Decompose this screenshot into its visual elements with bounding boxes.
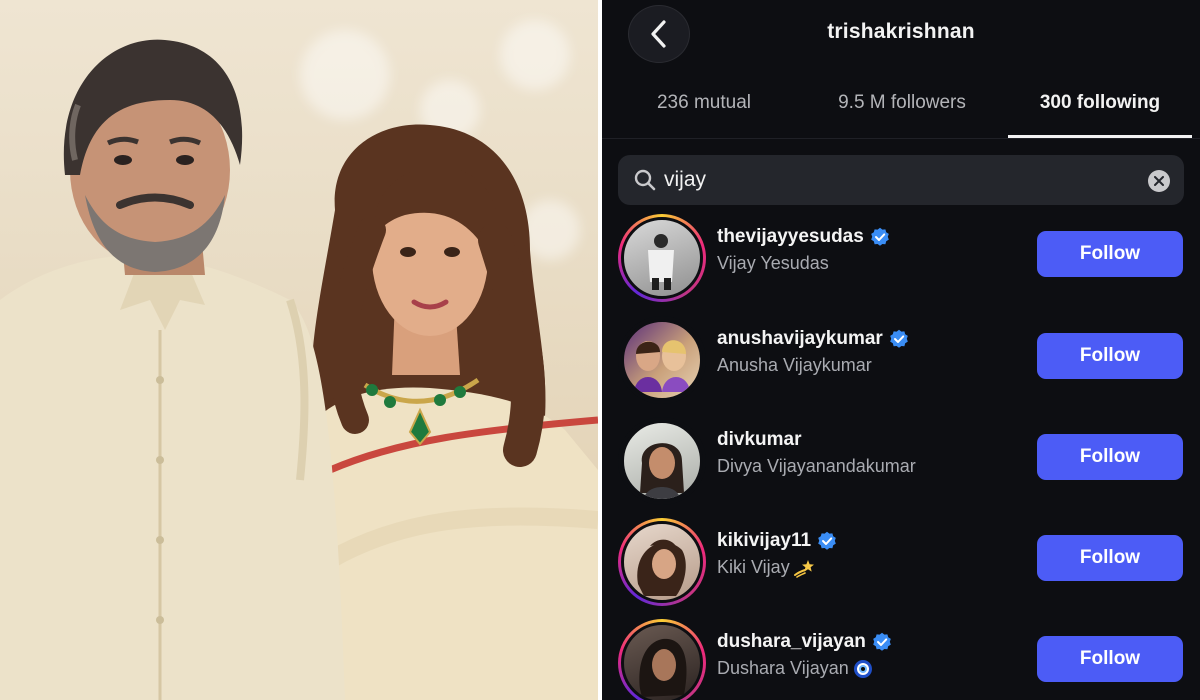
follow-tabs: 236 mutual 9.5 M followers 300 following bbox=[602, 92, 1200, 140]
username-text: dushara_vijayan bbox=[717, 631, 866, 652]
verified-badge-icon bbox=[871, 227, 889, 246]
username-link[interactable]: dushara_vijayan bbox=[717, 631, 892, 653]
username-link[interactable]: divkumar bbox=[717, 429, 801, 451]
instagram-following-screen: trishakrishnan 236 mutual 9.5 M follower… bbox=[602, 0, 1200, 700]
search-input[interactable] bbox=[664, 163, 1124, 197]
avatar[interactable] bbox=[621, 420, 703, 502]
avatar[interactable] bbox=[621, 319, 703, 401]
username-text: kikivijay11 bbox=[717, 530, 812, 551]
follow-button[interactable]: Follow bbox=[1037, 231, 1183, 277]
list-item[interactable]: anushavijaykumar Anusha Vijaykumar Follo… bbox=[602, 316, 1200, 416]
clear-search-button[interactable] bbox=[1148, 170, 1170, 192]
verified-badge-icon bbox=[873, 632, 891, 651]
avatar-story-ring bbox=[618, 214, 706, 302]
follow-button[interactable]: Follow bbox=[1037, 636, 1183, 682]
full-name-text: Vijay Yesudas bbox=[717, 253, 829, 273]
list-item[interactable]: thevijayyesudas Vijay Yesudas Follow bbox=[602, 214, 1200, 314]
dizzy-star-icon bbox=[793, 559, 814, 578]
avatar-ring bbox=[618, 417, 706, 505]
tabs-divider bbox=[602, 138, 1200, 139]
search-icon bbox=[634, 169, 656, 191]
avatar[interactable] bbox=[621, 521, 703, 603]
celebrity-photo bbox=[0, 0, 598, 700]
nazar-amulet-icon bbox=[853, 659, 872, 678]
full-name-text: Divya Vijayanandakumar bbox=[717, 456, 916, 476]
full-name: Divya Vijayanandakumar bbox=[717, 456, 916, 477]
follow-button[interactable]: Follow bbox=[1037, 333, 1183, 379]
full-name: Vijay Yesudas bbox=[717, 253, 829, 274]
full-name: Dushara Vijayan bbox=[717, 658, 874, 679]
username-text: thevijayyesudas bbox=[717, 226, 864, 247]
full-name-text: Anusha Vijaykumar bbox=[717, 355, 872, 375]
avatar-story-ring bbox=[618, 619, 706, 700]
avatar[interactable] bbox=[621, 217, 703, 299]
username-link[interactable]: thevijayyesudas bbox=[717, 226, 890, 248]
close-icon bbox=[1154, 176, 1164, 186]
username-text: anushavijaykumar bbox=[717, 328, 883, 349]
active-tab-indicator bbox=[1008, 135, 1192, 138]
search-bar bbox=[618, 155, 1184, 205]
verified-badge-icon bbox=[890, 329, 908, 348]
follow-button[interactable]: Follow bbox=[1037, 535, 1183, 581]
avatar-ring bbox=[618, 316, 706, 404]
follow-button[interactable]: Follow bbox=[1037, 434, 1183, 480]
tab-following[interactable]: 300 following bbox=[1008, 92, 1192, 132]
full-name: Anusha Vijaykumar bbox=[717, 355, 872, 376]
username-link[interactable]: kikivijay11 bbox=[717, 530, 837, 552]
list-item[interactable]: divkumar Divya Vijayanandakumar Follow bbox=[602, 417, 1200, 517]
verified-badge-icon bbox=[818, 531, 836, 550]
profile-username-title: trishakrishnan bbox=[827, 20, 975, 43]
tab-mutual[interactable]: 236 mutual bbox=[624, 92, 784, 132]
photo-illustration bbox=[0, 39, 598, 700]
avatar[interactable] bbox=[621, 622, 703, 700]
full-name-text: Kiki Vijay bbox=[717, 557, 790, 577]
tab-followers[interactable]: 9.5 M followers bbox=[812, 92, 992, 132]
list-item[interactable]: dushara_vijayan Dushara Vijayan Follow bbox=[602, 619, 1200, 700]
list-item[interactable]: kikivijay11 Kiki Vijay Follow bbox=[602, 518, 1200, 618]
avatar-story-ring bbox=[618, 518, 706, 606]
username-link[interactable]: anushavijaykumar bbox=[717, 328, 909, 350]
username-text: divkumar bbox=[717, 429, 802, 450]
full-name: Kiki Vijay bbox=[717, 557, 815, 578]
full-name-text: Dushara Vijayan bbox=[717, 658, 849, 678]
